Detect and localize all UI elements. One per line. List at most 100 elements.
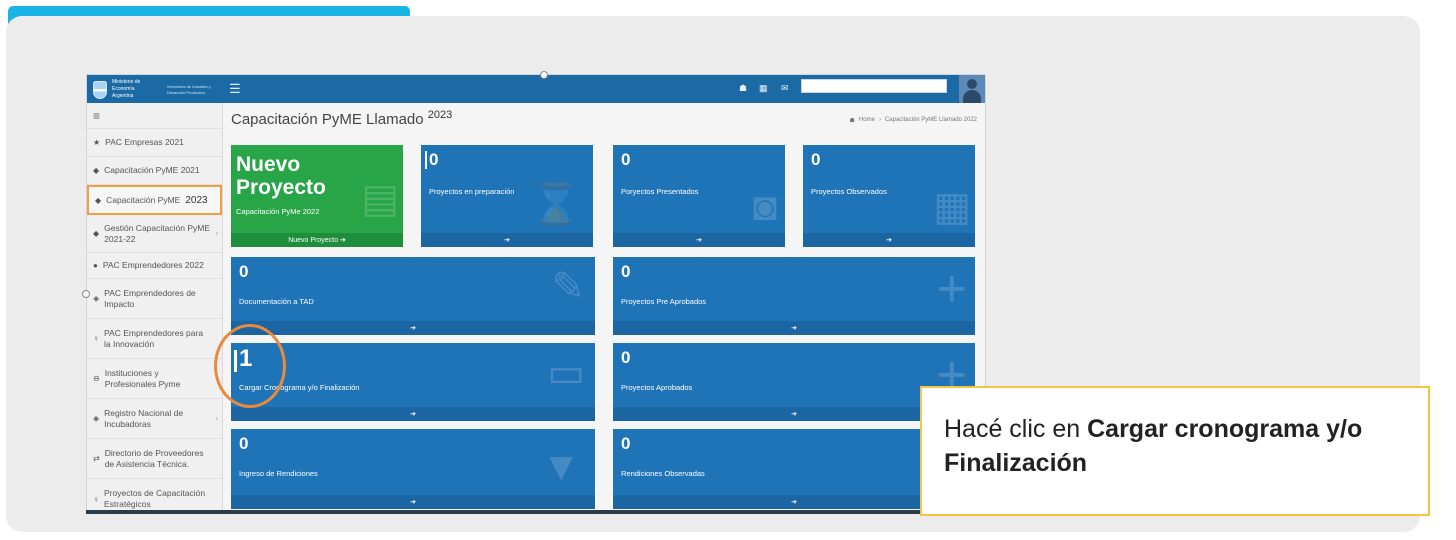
tile-count: 0 [239, 434, 249, 453]
shield-icon: ◆ [93, 229, 100, 238]
brand-logo: Ministerio de Economía Argentina Secreta… [93, 79, 211, 100]
arrow-circle-right-icon: ➔ [791, 499, 797, 506]
callout-text: Hacé clic en [944, 415, 1081, 443]
arrow-circle-right-icon: ➔ [886, 237, 892, 244]
tile-footer[interactable]: ➔ [231, 321, 595, 335]
sidebar-item-label: Registro Nacional de Incubadoras [104, 407, 184, 429]
sidebar-item-label: PAC Empresas 2021 [105, 137, 184, 147]
page-title-text: Capacitación PyME Llamado [231, 111, 424, 128]
top-search-input[interactable] [801, 79, 947, 93]
arrow-circle-right-icon: ➔ [410, 411, 416, 418]
tile-count: 0 [811, 150, 821, 169]
camera-icon: ◙ [752, 185, 777, 229]
breadcrumb: ☗ Home › Capacitación PyME Llamado 2022 [850, 117, 977, 124]
sidebar-item-pac-emprendedores-impacto[interactable]: ◈ PAC Emprendedores de Impacto [87, 279, 222, 319]
arrow-circle-right-icon: ➔ [338, 237, 346, 244]
bulb-icon: ♀ [93, 494, 99, 504]
user-avatar[interactable] [959, 75, 985, 103]
sidebar-item-label: Gestión Capacitación PyME 2021-22 [104, 222, 210, 244]
sidebar-item-label: Directorio de Proveedores de Asistencia … [104, 447, 204, 469]
sidebar-item-gestion-capacitacion[interactable]: ◆ Gestión Capacitación PyME 2021-22 › [87, 215, 222, 253]
home-icon[interactable]: ☗ [850, 117, 855, 124]
tile-proyectos-pre-aprobados[interactable]: 0 Proyectos Pre Aprobados + ➔ [613, 257, 975, 335]
tile-nuevo-title: Nuevo Proyecto [236, 153, 326, 199]
tile-footer[interactable]: ➔ [613, 321, 975, 335]
bulb-icon: ♀ [93, 334, 99, 343]
tile-count: 0 [621, 434, 631, 453]
sidebar-item-label: Capacitación PyME [106, 194, 181, 205]
shield-icon: ◆ [93, 166, 100, 175]
tile-proyectos-preparacion[interactable]: 0 Proyectos en preparación ⌛ ➔ [421, 145, 593, 247]
sidebar-item-proyectos-estrategicos[interactable]: ♀ Proyectos de Capacitación Estratégicos [87, 479, 222, 513]
sidebar-item-pac-emprendedores-2022[interactable]: ● PAC Emprendedores 2022 [87, 253, 222, 279]
arrow-circle-right-icon: ➔ [410, 499, 416, 506]
plus-icon: + [936, 260, 967, 318]
tile-footer[interactable]: ➔ [803, 233, 975, 247]
arrow-circle-right-icon: ➔ [410, 325, 416, 332]
breadcrumb-separator: › [878, 117, 881, 123]
tile-label: Proyectos Pre Aprobados [621, 297, 707, 306]
mail-icon[interactable]: ✉ [781, 83, 789, 94]
calendar-icon: ▭ [547, 351, 585, 395]
sidebar-item-registro-incubadoras[interactable]: ◈ Registro Nacional de Incubadoras › [87, 399, 222, 439]
tile-footer[interactable]: ➔ [613, 233, 785, 247]
tile-nuevo-line2: Proyecto [236, 176, 326, 199]
tile-label: Proyectos Observados [811, 187, 887, 196]
hourglass-icon: ⌛ [531, 183, 581, 227]
instruction-callout: Hacé clic en Cargar cronograma y/o Final… [920, 386, 1430, 516]
tile-label: Proyectos en preparación [429, 187, 515, 196]
home-icon[interactable]: ☗ [739, 83, 747, 94]
sidebar-item-label: PAC Emprendedores 2022 [102, 260, 204, 270]
tile-proyectos-observados[interactable]: 0 Proyectos Observados ▦ ➔ [803, 145, 975, 247]
sidebar-item-instituciones[interactable]: ⊖ Instituciones y Profesionales Pyme [87, 359, 222, 399]
sidebar-item-label: Instituciones y Profesionales Pyme [104, 367, 181, 389]
tile-footer[interactable]: ➔ [231, 495, 595, 509]
resize-handle-left [82, 290, 90, 298]
tile-label: Ingreso de Rendiciones [239, 469, 318, 478]
arrow-circle-right-icon: ➔ [696, 237, 702, 244]
page-title: Capacitación PyME Llamado 2023 [231, 109, 452, 128]
page-title-year: 2023 [427, 109, 453, 121]
tile-label: Poryectos Presentados [621, 187, 699, 196]
sidebar-toggle-icon[interactable]: ≡ [87, 103, 222, 129]
impact-icon: ◈ [93, 294, 100, 303]
sidebar-item-label: Capacitación PyME 2021 [104, 165, 200, 175]
tile-proyectos-presentados[interactable]: 0 Poryectos Presentados ◙ ➔ [613, 145, 785, 247]
sidebar-item-directorio-proveedores[interactable]: ⇄ Directorio de Proveedores de Asistenci… [87, 439, 222, 479]
tile-nuevo-footer[interactable]: Nuevo Proyecto ➔ [231, 233, 403, 247]
tile-footer[interactable]: ➔ [421, 233, 593, 247]
shield-icon: ◆ [95, 195, 102, 205]
text-cursor [425, 151, 427, 169]
edit-icon: ✎ [551, 265, 585, 309]
resize-handle-top [540, 71, 548, 79]
arrow-circle-right-icon: ➔ [791, 325, 797, 332]
brand-secretary: Secretaría de Industria y Desarrollo Pro… [167, 83, 211, 95]
sidebar-item-capacitacion-pyme-2021[interactable]: ◆ Capacitación PyME 2021 [87, 157, 222, 185]
sidebar-item-label: PAC Emprendedores de Impacto [104, 287, 196, 309]
sidebar-item-pac-emprendedores-innovacion[interactable]: ♀ PAC Emprendedores para la Innovación [87, 319, 222, 359]
screenshot-bottom-edge [86, 510, 926, 514]
tile-nuevo-proyecto[interactable]: Nuevo Proyecto Capacitación PyMe 2022 ▤ … [231, 145, 403, 247]
tile-documentacion-tad[interactable]: 0 Documentación a TAD ✎ ➔ [231, 257, 595, 335]
breadcrumb-home[interactable]: Home [859, 117, 875, 124]
tile-count: 0 [621, 262, 631, 281]
tile-nuevo-subtitle: Capacitación PyMe 2022 [236, 207, 320, 216]
sidebar-item-pac-empresas-2021[interactable]: ★ PAC Empresas 2021 [87, 129, 222, 157]
sidebar-item-capacitacion-pyme-2023[interactable]: ◆ Capacitación PyME 2023 [87, 185, 222, 215]
tile-nuevo-footer-label: Nuevo Proyecto [288, 236, 338, 244]
institution-icon: ⊖ [93, 374, 100, 383]
tile-footer[interactable]: ➔ [231, 407, 595, 421]
exchange-icon: ⇄ [93, 454, 100, 463]
tile-cargar-cronograma[interactable]: 1 Cargar Cronograma y/o Finalización ▭ ➔ [231, 343, 595, 421]
arrow-circle-right-icon: ➔ [791, 411, 797, 418]
grid-icon[interactable]: ▦ [759, 83, 768, 94]
chevron-right-icon: › [215, 230, 218, 237]
hamburger-menu-icon[interactable]: ☰ [229, 82, 241, 95]
tile-count: 0 [429, 150, 439, 169]
tile-label: Rendiciones Observadas [621, 469, 705, 478]
sidebar-item-label: PAC Emprendedores para la Innovación [104, 327, 204, 349]
highlight-circle [214, 324, 286, 408]
tile-ingreso-rendiciones[interactable]: 0 Ingreso de Rendiciones ▼ ➔ [231, 429, 595, 509]
tile-label: Documentación a TAD [239, 297, 314, 306]
tile-count: 0 [621, 150, 631, 169]
